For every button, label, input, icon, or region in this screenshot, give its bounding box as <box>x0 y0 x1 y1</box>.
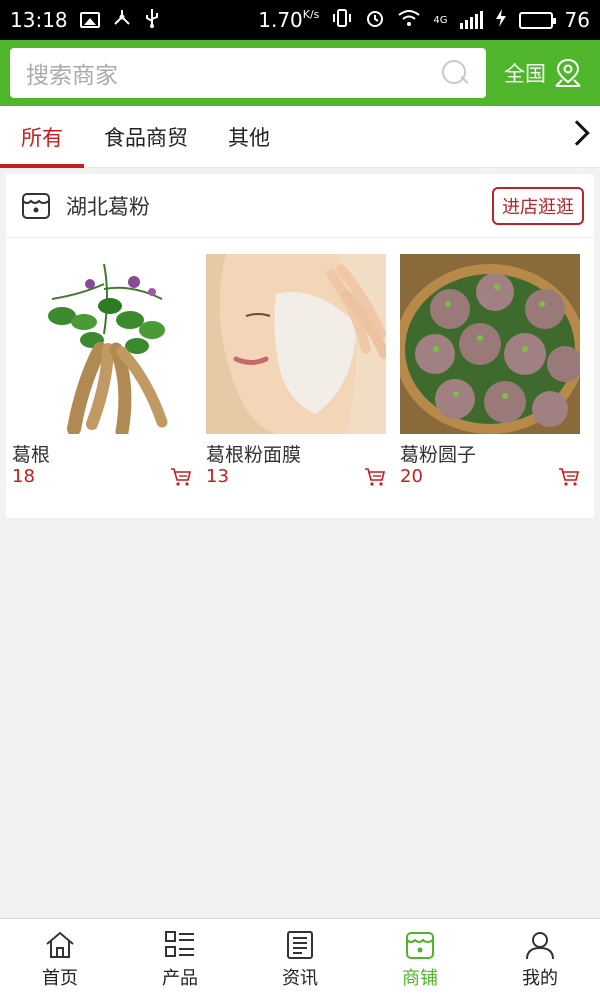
product-name: 葛根粉面膜 <box>206 444 302 466</box>
battery-level: 76 <box>564 8 590 32</box>
location-icon <box>554 58 582 88</box>
news-icon <box>287 930 313 959</box>
tab-other[interactable]: 其他 <box>228 106 270 168</box>
status-right: 1.70K/s 4G 76 <box>258 8 590 33</box>
products-icon <box>165 930 194 957</box>
tab-food-trade[interactable]: 食品商贸 <box>104 106 188 168</box>
nav-store[interactable]: 商铺 <box>360 919 480 1000</box>
share-icon <box>112 8 132 33</box>
product-image-face-mask[interactable] <box>206 254 386 434</box>
product-item[interactable]: 葛粉圆子 20 <box>400 254 580 487</box>
cart-icon[interactable] <box>558 467 580 487</box>
network-speed-unit: K/s <box>302 8 320 21</box>
nav-home-label: 首页 <box>42 967 78 989</box>
product-item[interactable]: 葛根 18 <box>12 254 192 487</box>
nav-profile[interactable]: 我的 <box>480 919 600 1000</box>
profile-icon <box>526 931 554 959</box>
shop-icon <box>20 190 52 222</box>
chevron-right-icon[interactable] <box>564 120 590 146</box>
product-meta: 13 <box>206 466 386 487</box>
product-name: 葛根 <box>12 444 51 466</box>
search-icon[interactable] <box>440 58 470 88</box>
home-icon <box>46 931 74 958</box>
status-time: 13:18 <box>10 8 68 32</box>
product-name: 葛粉圆子 <box>400 444 477 466</box>
signal-icon <box>459 11 483 29</box>
network-speed: 1.70K/s <box>258 8 319 32</box>
region-selector[interactable]: 全国 <box>504 58 582 88</box>
bottom-nav: 首页 产品 资讯 商铺 我的 <box>0 918 600 1000</box>
product-price: 18 <box>12 466 35 487</box>
nav-home[interactable]: 首页 <box>0 919 120 1000</box>
search-input[interactable]: 搜索商家 <box>10 48 486 98</box>
shop-name: 湖北葛粉 <box>66 194 150 219</box>
tab-all[interactable]: 所有 <box>0 106 84 168</box>
visit-shop-button[interactable]: 进店逛逛 <box>492 186 584 225</box>
usb-icon <box>144 7 160 34</box>
status-left: 13:18 <box>10 7 160 34</box>
product-price: 13 <box>206 466 229 487</box>
wifi-icon <box>397 8 421 32</box>
cart-icon[interactable] <box>364 467 386 487</box>
shop-header[interactable]: 湖北葛粉 进店逛逛 <box>6 174 594 238</box>
nav-products-label: 产品 <box>162 967 198 989</box>
store-icon <box>406 931 434 959</box>
charging-icon <box>495 8 507 33</box>
alarm-icon <box>365 8 385 33</box>
product-item[interactable]: 葛根粉面膜 13 <box>206 254 386 487</box>
nav-news-label: 资讯 <box>282 967 318 989</box>
product-price: 20 <box>400 466 423 487</box>
product-list: 葛根 18 葛根粉面膜 13 葛粉圆子 20 <box>12 254 580 487</box>
product-meta: 18 <box>12 466 192 487</box>
image-icon <box>79 12 100 28</box>
product-image-kudzu-balls[interactable] <box>400 254 580 434</box>
product-meta: 20 <box>400 466 580 487</box>
nav-profile-label: 我的 <box>522 967 558 989</box>
vibrate-icon <box>331 8 353 33</box>
nav-news[interactable]: 资讯 <box>240 919 360 1000</box>
shop-card: 湖北葛粉 进店逛逛 葛根 18 葛根粉面膜 13 葛粉圆子 20 <box>6 174 594 518</box>
region-label: 全国 <box>504 62 546 86</box>
network-type: 4G <box>433 14 448 26</box>
product-image-kudzu-root[interactable] <box>12 254 192 434</box>
search-placeholder: 搜索商家 <box>26 63 118 89</box>
category-tabs: 所有 食品商贸 其他 <box>0 106 600 168</box>
nav-products[interactable]: 产品 <box>120 919 240 1000</box>
battery-icon <box>518 11 556 29</box>
network-speed-value: 1.70 <box>258 8 303 32</box>
nav-store-label: 商铺 <box>402 967 438 989</box>
status-bar: 13:18 1.70K/s 4G 76 <box>0 0 600 40</box>
cart-icon[interactable] <box>170 467 192 487</box>
header: 搜索商家 全国 <box>0 40 600 106</box>
